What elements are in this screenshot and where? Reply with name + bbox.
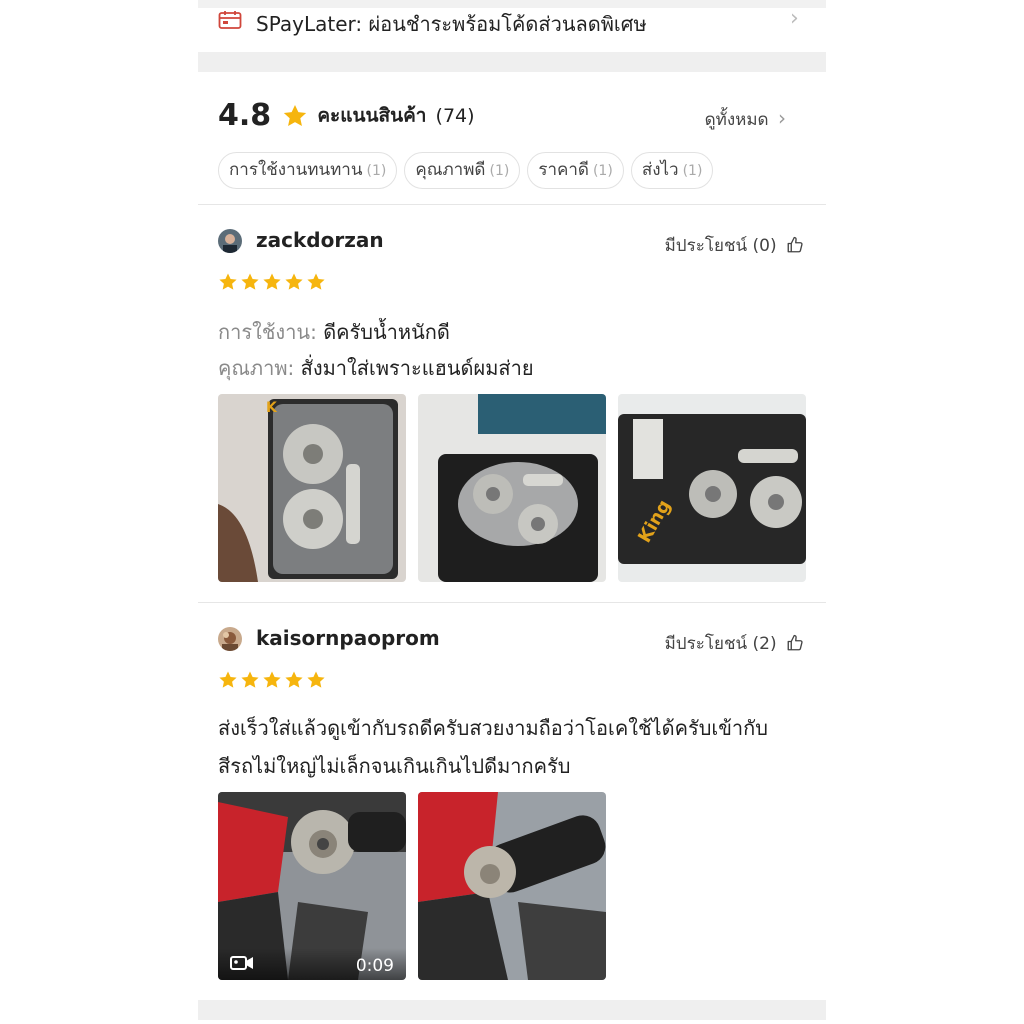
attribute-label: คุณภาพ:	[218, 356, 295, 380]
star-icon	[307, 671, 325, 688]
chip-count: (1)	[682, 163, 703, 179]
thumbs-up-icon	[787, 236, 803, 253]
product-pack-photo-icon: K	[218, 394, 406, 582]
review-video[interactable]: 0:09	[218, 792, 406, 980]
user-photo-icon	[218, 229, 242, 253]
star-icon	[219, 671, 237, 688]
chip-count: (1)	[489, 163, 510, 179]
helpful-label: มีประโยชน์ (0)	[664, 236, 777, 256]
calendar-card-icon	[218, 11, 242, 29]
star-icon	[263, 273, 281, 290]
thumbs-up-icon	[787, 634, 803, 651]
review-photo[interactable]: King	[618, 394, 806, 582]
filter-chip-price[interactable]: ราคาดี (1)	[527, 152, 624, 189]
chip-count: (1)	[366, 163, 387, 179]
review-text-line: สีรถไม่ใหญ่ไม่เล็กจนเกินเกินไปดีมากครับ	[218, 754, 571, 778]
motorcycle-handlebar-photo-icon	[418, 792, 606, 980]
review-photo[interactable]	[418, 394, 606, 582]
star-icon	[219, 273, 237, 290]
spaylater-text: SPayLater: ผ่อนชำระพร้อมโค้ดส่วนลดพิเศษ	[256, 12, 647, 36]
user-photo-icon	[218, 627, 242, 651]
review-attribute-line: การใช้งาน: ดีครับน้ำหนักดี	[218, 316, 450, 348]
filter-chip-durable[interactable]: การใช้งานทนทาน (1)	[218, 152, 398, 189]
chip-label: ส่งไว	[641, 160, 679, 180]
chevron-right-icon: ›	[790, 6, 799, 31]
review-username[interactable]: zackdorzan	[256, 228, 384, 252]
view-all-link[interactable]: ดูทั้งหมด ›	[705, 106, 786, 133]
avatar[interactable]	[218, 627, 242, 651]
top-separator	[198, 0, 826, 8]
helpful-label: มีประโยชน์ (2)	[664, 634, 777, 654]
star-icon	[241, 671, 259, 688]
review-filter-chips: การใช้งานทนทาน (1) คุณภาพดี (1) ราคาดี (1) …	[218, 152, 714, 189]
star-icon	[284, 104, 307, 126]
rating-score: 4.8	[218, 98, 272, 133]
section-gap	[198, 52, 826, 72]
review-text-line: ส่งเร็วใส่แล้วดูเข้ากับรถดีครับสวยงามถือ…	[218, 716, 768, 740]
product-pack-photo-icon	[418, 394, 606, 582]
helpful-button[interactable]: มีประโยชน์ (0)	[665, 232, 804, 259]
review-card: kaisornpaoprom มีประโยชน์ (2) ส่งเร็วใส่…	[198, 602, 826, 1000]
attribute-label: การใช้งาน:	[218, 320, 317, 344]
video-duration: 0:09	[355, 956, 394, 976]
view-all-label: ดูทั้งหมด	[704, 110, 769, 130]
attribute-text: สั่งมาใส่เพราะแฮนด์ผมส่าย	[300, 356, 534, 380]
review-username[interactable]: kaisornpaoprom	[256, 626, 440, 650]
attribute-text: ดีครับน้ำหนักดี	[323, 320, 450, 344]
chip-label: การใช้งานทนทาน	[229, 160, 363, 180]
star-icon	[263, 671, 281, 688]
filter-chip-fast-shipping[interactable]: ส่งไว (1)	[630, 152, 714, 189]
chevron-right-icon: ›	[778, 106, 786, 130]
review-card: zackdorzan มีประโยชน์ (0) การใช้งาน: ดีค…	[198, 204, 826, 602]
product-reviews-screen: SPayLater: ผ่อนชำระพร้อมโค้ดส่วนลดพิเศษ …	[198, 0, 826, 1024]
svg-text:K: K	[266, 400, 278, 416]
section-gap	[198, 1000, 826, 1020]
rating-label: คะแนนสินค้า	[317, 104, 427, 127]
star-icon	[307, 273, 325, 290]
star-icon	[285, 273, 303, 290]
rating-summary: 4.8 คะแนนสินค้า (74)	[218, 98, 475, 138]
star-icon	[241, 273, 259, 290]
avatar[interactable]	[218, 229, 242, 253]
filter-chip-quality[interactable]: คุณภาพดี (1)	[404, 152, 521, 189]
video-camera-icon	[230, 956, 253, 970]
review-stars	[218, 670, 326, 690]
chip-label: ราคาดี	[538, 160, 589, 180]
star-icon	[285, 671, 303, 688]
product-pack-photo-icon: King	[618, 394, 806, 582]
chip-count: (1)	[592, 163, 613, 179]
helpful-button[interactable]: มีประโยชน์ (2)	[665, 630, 804, 657]
rating-count: (74)	[435, 104, 475, 127]
spaylater-row[interactable]: SPayLater: ผ่อนชำระพร้อมโค้ดส่วนลดพิเศษ …	[198, 6, 826, 52]
review-photo[interactable]: K	[218, 394, 406, 582]
review-attribute-line: คุณภาพ: สั่งมาใส่เพราะแฮนด์ผมส่าย	[218, 352, 534, 384]
chip-label: คุณภาพดี	[415, 160, 486, 180]
review-photo[interactable]	[418, 792, 606, 980]
review-stars	[218, 272, 326, 292]
